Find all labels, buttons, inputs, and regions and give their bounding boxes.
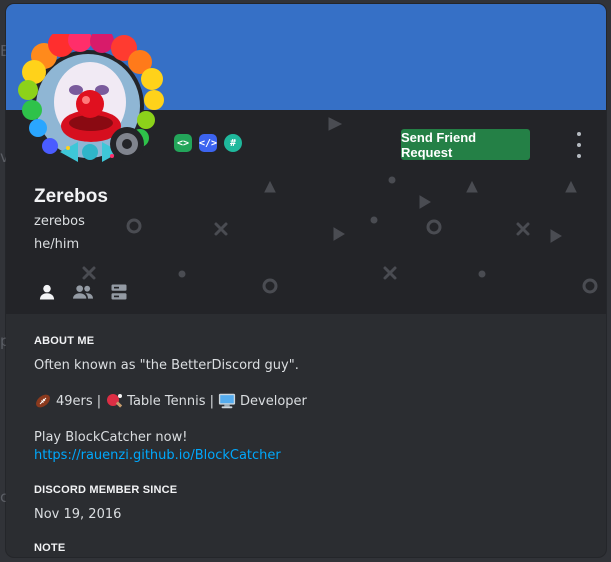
tab-user-info[interactable]: [34, 280, 60, 304]
computer-icon: [218, 392, 236, 410]
about-me-hobbies: 49ers | Table Tennis | Developer: [34, 392, 307, 410]
status-indicator: [110, 127, 144, 161]
profile-badges: <> </> #: [174, 134, 242, 152]
pattern-triangle: [333, 227, 345, 241]
pattern-triangle: [264, 180, 276, 193]
pattern-triangle: [550, 229, 562, 243]
tab-mutual-friends[interactable]: [70, 280, 96, 304]
hypesquad-badge[interactable]: #: [224, 134, 242, 152]
about-me-heading: ABOUT ME: [34, 335, 95, 347]
tab-mutual-servers[interactable]: [106, 280, 132, 304]
pattern-dot: [388, 176, 396, 184]
hobby-table-tennis: Table Tennis |: [127, 393, 215, 409]
display-name: Zerebos: [34, 186, 108, 207]
about-me-line: Often known as "the BetterDiscord guy".: [34, 358, 299, 373]
pattern-dot: [370, 216, 378, 224]
send-friend-request-button[interactable]: Send Friend Request: [401, 129, 530, 160]
hobby-developer: Developer: [240, 393, 307, 409]
person-icon: [39, 284, 55, 300]
profile-body: ABOUT ME Often known as "the BetterDisco…: [6, 314, 606, 557]
clown-avatar-image: [18, 28, 164, 162]
offline-status-icon: [116, 133, 138, 155]
user-profile-modal: <> </> # Send Friend Request Zerebos zer…: [6, 4, 606, 557]
pattern-triangle: [328, 117, 343, 131]
profile-tabs: [34, 280, 132, 304]
football-icon: [34, 392, 52, 410]
pattern-triangle: [565, 180, 577, 193]
servers-icon: [111, 284, 127, 300]
about-me-cta: Play BlockCatcher now!: [34, 430, 188, 445]
pattern-dot: [478, 270, 486, 278]
member-since-date: Nov 19, 2016: [34, 507, 122, 522]
developer-badge[interactable]: </>: [199, 134, 217, 152]
pattern-circle: [426, 219, 442, 235]
active-developer-badge[interactable]: <>: [174, 134, 192, 152]
pattern-circle: [126, 218, 142, 234]
pronouns: he/him: [34, 237, 80, 252]
blockcatcher-link[interactable]: https://rauenzi.github.io/BlockCatcher: [34, 448, 281, 463]
people-icon: [73, 285, 93, 299]
pattern-dot: [178, 270, 186, 278]
pattern-triangle: [419, 195, 431, 209]
pattern-triangle: [466, 180, 478, 193]
ping-pong-icon: [105, 392, 123, 410]
hobby-49ers: 49ers |: [56, 393, 102, 409]
pattern-circle: [262, 278, 278, 294]
note-heading: NOTE: [34, 542, 66, 554]
username: zerebos: [34, 214, 85, 229]
avatar[interactable]: [16, 28, 166, 174]
pattern-circle: [582, 278, 598, 294]
kebab-menu-icon[interactable]: [572, 132, 586, 158]
pattern-x: [82, 222, 530, 280]
member-since-heading: DISCORD MEMBER SINCE: [34, 484, 178, 496]
